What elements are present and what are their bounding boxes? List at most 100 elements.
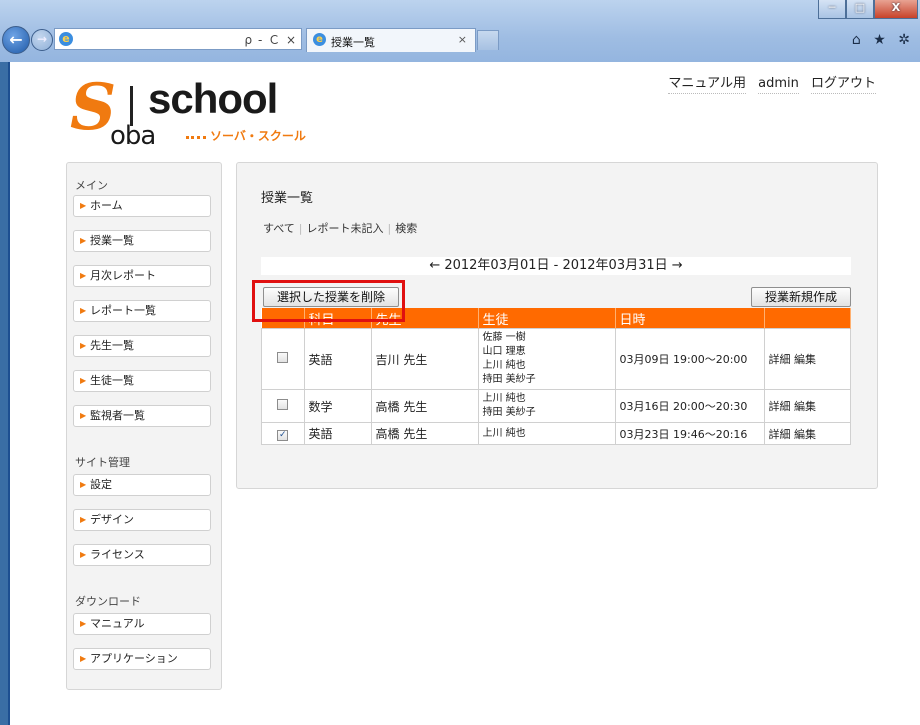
sidebar-item-label: レポート一覧 bbox=[90, 304, 156, 317]
table-row: 英語 吉川 先生 佐藤 一樹 山口 理恵 上川 純也 持田 美紗子 03月09日… bbox=[261, 328, 851, 390]
triangle-right-icon: ▶ bbox=[80, 376, 87, 385]
main-panel: 授業一覧 すべて | レポート未記入 | 検索 ← 2012年03月01日 - 2012… bbox=[236, 162, 878, 489]
back-button[interactable]: ← bbox=[2, 26, 30, 54]
sidebar-item-application[interactable]: ▶ アプリケーション bbox=[73, 648, 211, 670]
table-row: 数学 高橋 先生 上川 純也 持田 美紗子 03月16日 20:00～20:30… bbox=[261, 389, 851, 423]
filter-separator: | bbox=[298, 222, 303, 235]
sidebar-item-manual[interactable]: ▶ マニュアル bbox=[73, 613, 211, 635]
page-title: 授業一覧 bbox=[261, 191, 314, 206]
logo-oba-text: oba bbox=[110, 121, 156, 151]
student-name: 上川 純也 bbox=[482, 360, 526, 371]
actions-cell: 詳細 編集 bbox=[763, 389, 851, 423]
sidebar-item-label: ホーム bbox=[90, 199, 123, 212]
triangle-right-icon: ▶ bbox=[80, 306, 87, 315]
sidebar-item-label: デザイン bbox=[90, 513, 134, 526]
col-header-actions bbox=[764, 308, 851, 329]
students-cell: 佐藤 一樹 山口 理恵 上川 純也 持田 美紗子 bbox=[477, 328, 616, 390]
student-name: 上川 純也 bbox=[482, 393, 526, 404]
sidebar-section-site-admin: サイト管理 bbox=[75, 456, 130, 469]
logout-link[interactable]: ログアウト bbox=[810, 76, 876, 94]
page-viewport: S school oba ソーバ・スクール マニュアル用 admin ログアウト… bbox=[8, 62, 920, 725]
student-name: 持田 美紗子 bbox=[482, 374, 536, 385]
row-checkbox[interactable] bbox=[277, 352, 289, 363]
sidebar-item-home[interactable]: ▶ ホーム bbox=[73, 195, 211, 217]
sidebar-item-design[interactable]: ▶ デザイン bbox=[73, 509, 211, 531]
row-select-cell bbox=[261, 328, 305, 390]
sidebar-section-download: ダウンロード bbox=[75, 595, 141, 608]
actions-cell: 詳細 編集 bbox=[763, 422, 851, 445]
sidebar-item-lessons[interactable]: ▶ 授業一覧 bbox=[73, 230, 211, 252]
logo-kana-text: ソーバ・スクール bbox=[210, 129, 306, 143]
edit-link[interactable]: 編集 bbox=[794, 353, 816, 366]
forward-button[interactable]: → bbox=[31, 29, 53, 51]
new-lesson-button[interactable]: 授業新規作成 bbox=[751, 287, 851, 307]
sidebar-section-main: メイン bbox=[75, 179, 108, 192]
filter-search-link[interactable]: 検索 bbox=[391, 222, 421, 235]
row-checkbox-checked[interactable]: ✓ bbox=[277, 430, 289, 441]
manual-link[interactable]: マニュアル用 bbox=[668, 76, 746, 94]
sidebar-item-teachers[interactable]: ▶ 先生一覧 bbox=[73, 335, 211, 357]
student-name: 持田 美紗子 bbox=[482, 407, 536, 418]
detail-link[interactable]: 詳細 bbox=[769, 400, 791, 413]
student-name: 佐藤 一樹 bbox=[482, 332, 526, 343]
triangle-right-icon: ▶ bbox=[80, 411, 87, 420]
minimize-button[interactable]: ─ bbox=[818, 0, 846, 19]
students-cell: 上川 純也 持田 美紗子 bbox=[477, 389, 616, 423]
sidebar-item-label: 設定 bbox=[90, 478, 112, 491]
sidebar-item-monitors[interactable]: ▶ 監視者一覧 bbox=[73, 405, 211, 427]
sidebar-item-label: 監視者一覧 bbox=[90, 409, 145, 422]
triangle-right-icon: ▶ bbox=[80, 236, 87, 245]
students-cell: 上川 純也 bbox=[477, 422, 616, 445]
admin-user-link[interactable]: admin bbox=[758, 76, 799, 94]
filter-all-link[interactable]: すべて bbox=[259, 222, 299, 235]
logo-divider bbox=[130, 86, 133, 126]
close-window-button[interactable]: X bbox=[874, 0, 918, 19]
new-tab-button[interactable] bbox=[477, 30, 499, 50]
address-bar[interactable]: e ρ - Ｃ × bbox=[54, 28, 302, 50]
edit-link[interactable]: 編集 bbox=[794, 400, 816, 413]
tab-title: 授業一覧 bbox=[331, 36, 375, 49]
subject-cell: 英語 bbox=[303, 422, 372, 445]
home-favorites-settings-icons[interactable]: ⌂ ★ ✲ bbox=[852, 32, 914, 48]
row-select-cell bbox=[261, 389, 305, 423]
teacher-cell: 吉川 先生 bbox=[370, 328, 479, 390]
sidebar-item-label: 生徒一覧 bbox=[90, 374, 134, 387]
filter-links: すべて | レポート未記入 | 検索 bbox=[259, 220, 421, 236]
filter-unreported-link[interactable]: レポート未記入 bbox=[303, 222, 388, 235]
logo-dots bbox=[186, 130, 206, 139]
soba-school-logo[interactable]: S school oba ソーバ・スクール bbox=[70, 72, 320, 158]
triangle-right-icon: ▶ bbox=[80, 201, 87, 210]
sidebar-item-label: 授業一覧 bbox=[90, 234, 134, 247]
triangle-right-icon: ▶ bbox=[80, 271, 87, 280]
sidebar-item-students[interactable]: ▶ 生徒一覧 bbox=[73, 370, 211, 392]
datetime-cell: 03月09日 19:00～20:00 bbox=[614, 328, 765, 390]
tab-close-icon[interactable]: × bbox=[458, 33, 467, 46]
sidebar-item-settings[interactable]: ▶ 設定 bbox=[73, 474, 211, 496]
browser-chrome: ─ □ X ← → e ρ - Ｃ × e 授業一覧 × ⌂ ★ ✲ bbox=[0, 0, 920, 62]
sidebar-item-label: アプリケーション bbox=[90, 652, 178, 665]
triangle-right-icon: ▶ bbox=[80, 619, 87, 628]
browser-tab[interactable]: e 授業一覧 × bbox=[306, 28, 476, 52]
detail-link[interactable]: 詳細 bbox=[769, 428, 791, 441]
actions-cell: 詳細 編集 bbox=[763, 328, 851, 390]
sidebar-item-label: 月次レポート bbox=[90, 269, 156, 282]
edit-link[interactable]: 編集 bbox=[794, 428, 816, 441]
sidebar-item-reports[interactable]: ▶ レポート一覧 bbox=[73, 300, 211, 322]
datetime-cell: 03月23日 19:46～20:16 bbox=[614, 422, 765, 445]
row-checkbox[interactable] bbox=[277, 399, 289, 410]
student-name: 上川 純也 bbox=[482, 427, 526, 439]
maximize-button[interactable]: □ bbox=[846, 0, 874, 19]
date-range-navigator[interactable]: ← 2012年03月01日 - 2012年03月31日 → bbox=[261, 257, 851, 275]
col-header-students: 生徒 bbox=[478, 308, 616, 329]
col-header-datetime: 日時 bbox=[615, 308, 765, 329]
search-refresh-stop-icons[interactable]: ρ - Ｃ × bbox=[245, 31, 297, 48]
sidebar-item-monthly-report[interactable]: ▶ 月次レポート bbox=[73, 265, 211, 287]
sidebar-item-license[interactable]: ▶ ライセンス bbox=[73, 544, 211, 566]
datetime-cell: 03月16日 20:00～20:30 bbox=[614, 389, 765, 423]
subject-cell: 英語 bbox=[303, 328, 372, 390]
teacher-cell: 高橋 先生 bbox=[370, 422, 479, 445]
ie-page-icon: e bbox=[59, 32, 73, 46]
detail-link[interactable]: 詳細 bbox=[769, 353, 791, 366]
triangle-right-icon: ▶ bbox=[80, 654, 87, 663]
triangle-right-icon: ▶ bbox=[80, 515, 87, 524]
